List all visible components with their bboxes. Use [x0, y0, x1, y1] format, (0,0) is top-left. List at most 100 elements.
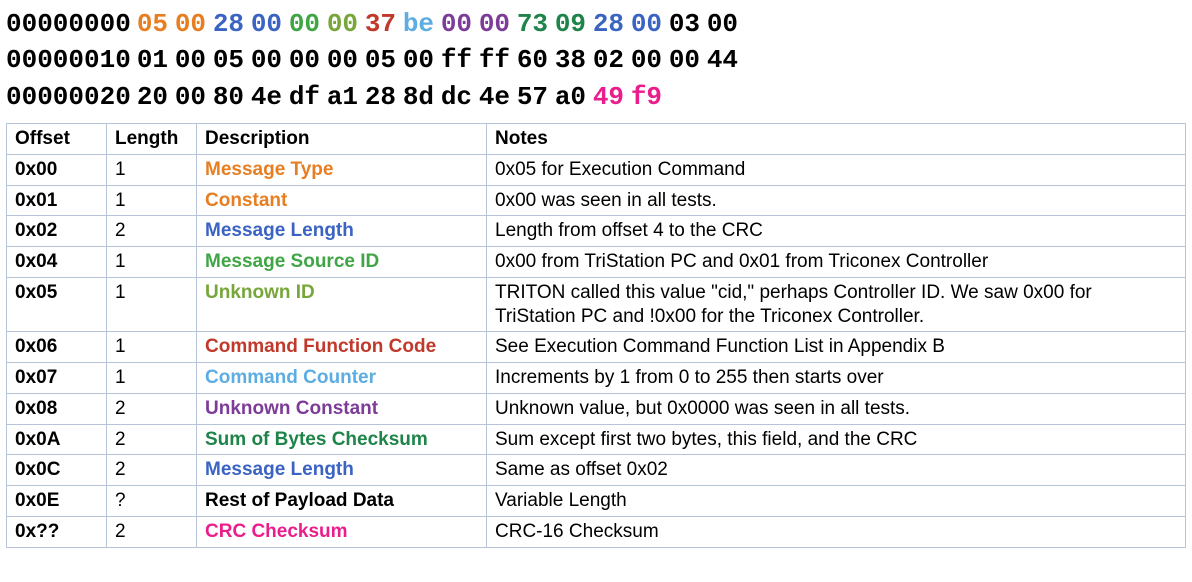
table-row: 0x0C2Message LengthSame as offset 0x02 — [7, 455, 1186, 486]
hex-byte: a0 — [555, 79, 593, 115]
cell-offset: 0x0A — [7, 424, 107, 455]
hex-byte: 00 — [631, 6, 669, 42]
th-notes: Notes — [487, 124, 1186, 155]
hex-byte: 38 — [555, 42, 593, 78]
cell-notes: TRITON called this value "cid," perhaps … — [487, 277, 1186, 332]
th-offset: Offset — [7, 124, 107, 155]
cell-offset: 0x02 — [7, 216, 107, 247]
hex-byte: 00 — [175, 42, 213, 78]
hex-byte: 00 — [441, 6, 479, 42]
table-row: 0x041Message Source ID0x00 from TriStati… — [7, 247, 1186, 278]
cell-description: Command Function Code — [197, 332, 487, 363]
hex-row: 000000100100050000000500ffff603802000044 — [6, 42, 1186, 78]
cell-notes: Length from offset 4 to the CRC — [487, 216, 1186, 247]
table-row: 0x??2CRC ChecksumCRC-16 Checksum — [7, 516, 1186, 547]
cell-length: 1 — [107, 154, 197, 185]
hex-byte: 00 — [175, 6, 213, 42]
hex-byte: 4e — [479, 79, 517, 115]
hex-address: 00000010 — [6, 45, 131, 75]
hex-byte: ff — [441, 42, 479, 78]
table-header-row: Offset Length Description Notes — [7, 124, 1186, 155]
cell-description: Constant — [197, 185, 487, 216]
cell-description: Message Length — [197, 216, 487, 247]
cell-description: Rest of Payload Data — [197, 486, 487, 517]
hex-byte: 00 — [403, 42, 441, 78]
hex-byte: 00 — [251, 6, 289, 42]
hex-address: 00000000 — [6, 9, 131, 39]
cell-offset: 0x?? — [7, 516, 107, 547]
table-row: 0x071Command CounterIncrements by 1 from… — [7, 363, 1186, 394]
hex-byte: 00 — [251, 42, 289, 78]
cell-notes: 0x00 was seen in all tests. — [487, 185, 1186, 216]
cell-length: 1 — [107, 332, 197, 363]
hex-byte: 80 — [213, 79, 251, 115]
cell-description: CRC Checksum — [197, 516, 487, 547]
cell-description: Unknown ID — [197, 277, 487, 332]
cell-offset: 0x08 — [7, 393, 107, 424]
hex-byte: 00 — [289, 6, 327, 42]
hex-byte: 4e — [251, 79, 289, 115]
hex-byte: 09 — [555, 6, 593, 42]
cell-length: ? — [107, 486, 197, 517]
hex-byte: 28 — [593, 6, 631, 42]
hex-dump: 0000000005002800000037be0000730928000300… — [6, 6, 1186, 115]
cell-notes: 0x05 for Execution Command — [487, 154, 1186, 185]
cell-length: 1 — [107, 363, 197, 394]
table-row: 0x061Command Function CodeSee Execution … — [7, 332, 1186, 363]
hex-byte: 02 — [593, 42, 631, 78]
table-row: 0x001Message Type0x05 for Execution Comm… — [7, 154, 1186, 185]
cell-notes: See Execution Command Function List in A… — [487, 332, 1186, 363]
cell-length: 1 — [107, 247, 197, 278]
table-row: 0x0A2Sum of Bytes ChecksumSum except fir… — [7, 424, 1186, 455]
table-row: 0x0E?Rest of Payload DataVariable Length — [7, 486, 1186, 517]
cell-length: 1 — [107, 185, 197, 216]
cell-length: 2 — [107, 393, 197, 424]
hex-byte: 00 — [707, 6, 745, 42]
cell-notes: Increments by 1 from 0 to 255 then start… — [487, 363, 1186, 394]
hex-byte: 00 — [479, 6, 517, 42]
cell-description: Sum of Bytes Checksum — [197, 424, 487, 455]
hex-byte: 8d — [403, 79, 441, 115]
hex-byte: 73 — [517, 6, 555, 42]
cell-offset: 0x01 — [7, 185, 107, 216]
cell-notes: Variable Length — [487, 486, 1186, 517]
hex-byte: 05 — [137, 6, 175, 42]
cell-offset: 0x05 — [7, 277, 107, 332]
cell-notes: CRC-16 Checksum — [487, 516, 1186, 547]
hex-byte: 05 — [213, 42, 251, 78]
cell-length: 2 — [107, 216, 197, 247]
cell-notes: Same as offset 0x02 — [487, 455, 1186, 486]
table-row: 0x011Constant0x00 was seen in all tests. — [7, 185, 1186, 216]
hex-byte: 44 — [707, 42, 745, 78]
cell-description: Message Type — [197, 154, 487, 185]
hex-byte: dc — [441, 79, 479, 115]
hex-byte: 20 — [137, 79, 175, 115]
cell-offset: 0x07 — [7, 363, 107, 394]
th-length: Length — [107, 124, 197, 155]
table-row: 0x082Unknown ConstantUnknown value, but … — [7, 393, 1186, 424]
hex-row: 0000000005002800000037be0000730928000300 — [6, 6, 1186, 42]
hex-byte: 00 — [631, 42, 669, 78]
hex-byte: 00 — [669, 42, 707, 78]
hex-byte: be — [403, 6, 441, 42]
hex-byte: 00 — [327, 42, 365, 78]
cell-notes: Sum except first two bytes, this field, … — [487, 424, 1186, 455]
cell-description: Unknown Constant — [197, 393, 487, 424]
field-table: Offset Length Description Notes 0x001Mes… — [6, 123, 1186, 548]
cell-description: Message Length — [197, 455, 487, 486]
hex-byte: 57 — [517, 79, 555, 115]
cell-length: 2 — [107, 424, 197, 455]
cell-length: 2 — [107, 516, 197, 547]
cell-length: 1 — [107, 277, 197, 332]
table-row: 0x051Unknown IDTRITON called this value … — [7, 277, 1186, 332]
hex-row: 000000202000804edfa1288ddc4e57a049f9 — [6, 79, 1186, 115]
hex-byte: f9 — [631, 79, 669, 115]
hex-byte: ff — [479, 42, 517, 78]
hex-byte: 03 — [669, 6, 707, 42]
hex-byte: 00 — [289, 42, 327, 78]
hex-byte: 28 — [365, 79, 403, 115]
th-description: Description — [197, 124, 487, 155]
cell-offset: 0x0E — [7, 486, 107, 517]
hex-byte: 00 — [327, 6, 365, 42]
cell-offset: 0x04 — [7, 247, 107, 278]
